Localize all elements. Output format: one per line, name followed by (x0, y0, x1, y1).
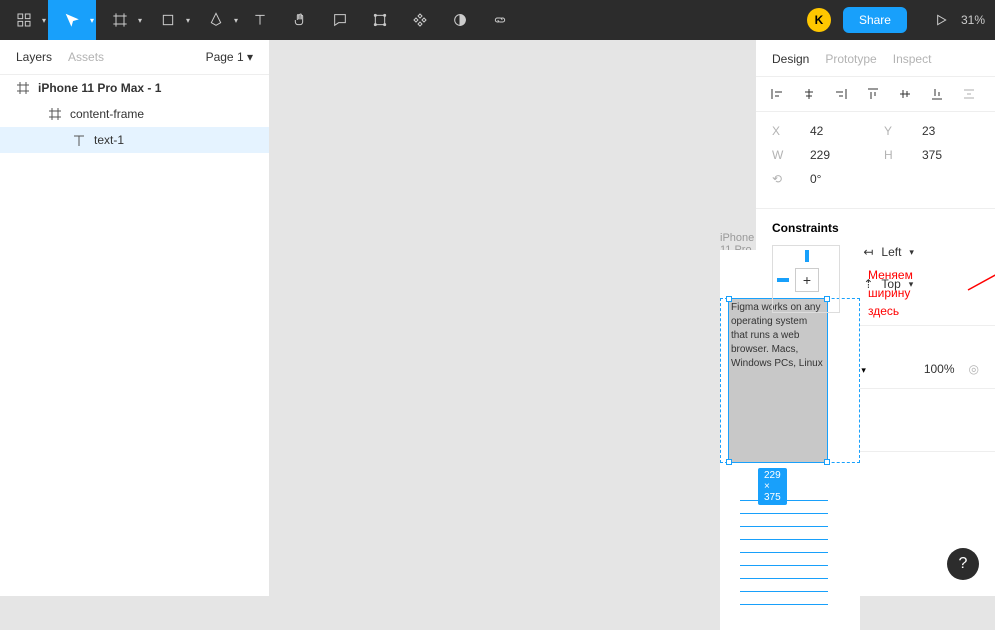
transform-section: X 42 Y 23 W 229 H 375 ⟲ 0° (756, 112, 995, 209)
visibility-icon[interactable]: ◎ (969, 362, 979, 376)
y-input[interactable]: 23 (922, 124, 972, 138)
resize-handle[interactable] (726, 296, 732, 302)
shape-tool[interactable]: ▾ (144, 0, 192, 40)
h-input[interactable]: 375 (922, 148, 972, 162)
zoom-level[interactable]: 31% (961, 13, 985, 27)
layer-label: content-frame (70, 107, 144, 121)
align-bottom-icon[interactable] (928, 85, 946, 103)
h-label: H (884, 148, 898, 162)
resize-handle[interactable] (824, 459, 830, 465)
frame-tool[interactable]: ▾ (96, 0, 144, 40)
select-frame-icon[interactable] (360, 0, 400, 40)
align-hcenter-icon[interactable] (800, 85, 818, 103)
hand-tool[interactable] (280, 0, 320, 40)
layers-panel: Layers Assets Page 1 ▾ iPhone 11 Pro Max… (0, 40, 270, 596)
alignment-row (756, 77, 995, 112)
w-input[interactable]: 229 (810, 148, 860, 162)
selected-text-element[interactable]: Figma works on any operating system that… (728, 298, 828, 463)
page-selector[interactable]: Page 1 ▾ (206, 50, 253, 64)
constraint-widget[interactable]: + (772, 245, 840, 313)
menu-button[interactable]: ▾ (0, 0, 48, 40)
y-label: Y (884, 124, 898, 138)
overflow-lines (740, 500, 828, 617)
constraints-title: Constraints (772, 221, 979, 235)
layer-label: text-1 (94, 133, 124, 147)
text-icon (72, 133, 86, 147)
align-vcenter-icon[interactable] (896, 85, 914, 103)
top-toolbar: ▾ ▾ ▾ ▾ ▾ K Share 31% (0, 0, 995, 40)
canvas[interactable]: iPhone 11 Pro Max - 1 Figma works on any… (270, 40, 755, 596)
comment-tool[interactable] (320, 0, 360, 40)
resize-handle[interactable] (726, 459, 732, 465)
component-icon[interactable] (400, 0, 440, 40)
align-top-icon[interactable] (864, 85, 882, 103)
text-tool[interactable] (240, 0, 280, 40)
frame-icon (16, 81, 30, 95)
opacity-input[interactable]: 100% (924, 362, 955, 376)
design-tab[interactable]: Design (772, 52, 809, 66)
layer-frame[interactable]: iPhone 11 Pro Max - 1 (0, 75, 269, 101)
chevron-down-icon: ▾ (247, 50, 253, 64)
x-label: X (772, 124, 786, 138)
frame-icon (48, 107, 62, 121)
rotation-input[interactable]: 0° (810, 172, 860, 186)
move-tool[interactable]: ▾ (48, 0, 96, 40)
x-input[interactable]: 42 (810, 124, 860, 138)
inspect-tab[interactable]: Inspect (893, 52, 932, 66)
align-left-icon[interactable] (768, 85, 786, 103)
distribute-icon[interactable] (960, 85, 978, 103)
assets-tab[interactable]: Assets (68, 50, 104, 64)
pen-tool[interactable]: ▾ (192, 0, 240, 40)
align-right-icon[interactable] (832, 85, 850, 103)
constraint-h-select[interactable]: ↤ Left ▾ (863, 245, 914, 259)
help-button[interactable]: ? (947, 548, 979, 580)
user-avatar[interactable]: K (807, 8, 831, 32)
layers-tab[interactable]: Layers (16, 50, 52, 64)
chevron-down-icon: ▾ (909, 247, 914, 258)
present-button[interactable] (921, 0, 961, 40)
prototype-tab[interactable]: Prototype (825, 52, 876, 66)
arrow-h-icon: ↤ (863, 245, 873, 259)
w-label: W (772, 148, 786, 162)
annotation-text: Меняем ширинуздесь (868, 266, 913, 320)
share-button[interactable]: Share (843, 7, 907, 33)
link-icon[interactable] (480, 0, 520, 40)
layer-content-frame[interactable]: content-frame (0, 101, 269, 127)
rotation-icon: ⟲ (772, 172, 786, 186)
mask-icon[interactable] (440, 0, 480, 40)
layer-label: iPhone 11 Pro Max - 1 (38, 81, 161, 95)
layer-text-1[interactable]: text-1 (0, 127, 269, 153)
